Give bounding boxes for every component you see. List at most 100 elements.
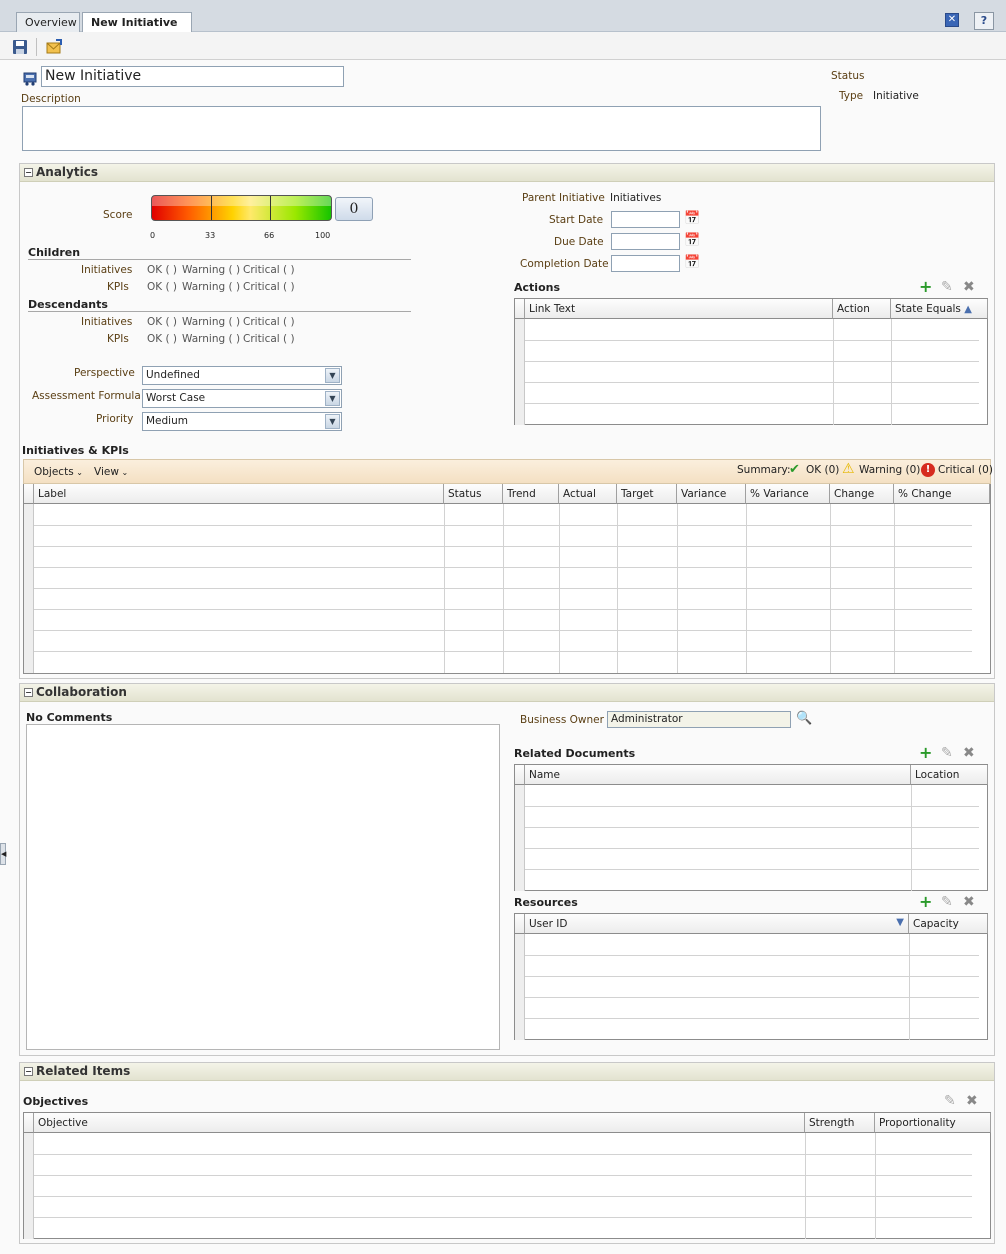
column-header-status[interactable]: Status: [444, 484, 503, 504]
objectives-title: Objectives: [23, 1095, 89, 1108]
edit-icon[interactable]: ✎: [944, 1093, 956, 1109]
row-selector-header: [24, 484, 34, 504]
analytics-header[interactable]: − Analytics: [20, 164, 994, 182]
column-header-percent-change[interactable]: % Change: [894, 484, 990, 504]
children-title: Children: [28, 246, 81, 259]
column-header-state-equals[interactable]: State Equals ▲: [891, 299, 988, 319]
add-icon[interactable]: +: [919, 894, 932, 910]
table-row: [525, 361, 979, 362]
resources-table: User ID ▼ Capacity: [514, 913, 988, 1040]
kpis-title: Initiatives & KPIs: [22, 444, 129, 457]
related-items-header[interactable]: − Related Items: [20, 1063, 994, 1081]
edit-icon[interactable]: ✎: [941, 745, 953, 761]
toolbar-divider: [36, 38, 37, 56]
priority-value: Medium: [146, 415, 188, 427]
calendar-icon[interactable]: 📅: [684, 211, 701, 228]
due-date-label: Due Date: [554, 236, 604, 248]
completion-date-label: Completion Date: [520, 258, 609, 270]
assessment-formula-select[interactable]: Worst Case ▼: [142, 389, 342, 408]
gauge-tick-label: 100: [315, 231, 331, 240]
start-date-input[interactable]: [611, 211, 680, 228]
calendar-icon[interactable]: 📅: [684, 255, 701, 272]
chevron-down-icon[interactable]: ▼: [325, 368, 340, 383]
column-header-capacity[interactable]: Capacity: [909, 914, 988, 934]
gauge-gloss: [152, 196, 331, 206]
column-header-name[interactable]: Name: [525, 765, 911, 785]
descendants-kpis-critical: Critical ( ): [243, 333, 295, 345]
column-header-location[interactable]: Location: [911, 765, 988, 785]
completion-date-input[interactable]: [611, 255, 680, 272]
column-divider: [617, 504, 618, 673]
view-menu-label: View: [94, 466, 119, 478]
score-label: Score: [103, 209, 133, 221]
ok-check-icon: ✔: [789, 462, 800, 477]
gauge-tick-66: [270, 196, 271, 220]
chevron-down-icon[interactable]: ▼: [325, 414, 340, 429]
related-documents-table: Name Location: [514, 764, 988, 891]
tab-overview[interactable]: Overview: [16, 12, 80, 32]
chevron-down-icon[interactable]: ▼: [325, 391, 340, 406]
table-row: [525, 403, 979, 404]
row-selector: [515, 319, 525, 425]
add-icon[interactable]: +: [919, 745, 932, 761]
column-header-objective[interactable]: Objective: [34, 1113, 805, 1133]
perspective-select[interactable]: Undefined ▼: [142, 366, 342, 385]
summary-label: Summary:: [737, 464, 791, 476]
splitter-handle[interactable]: ◀: [0, 843, 6, 865]
delete-icon[interactable]: ✖: [963, 279, 975, 295]
delete-icon[interactable]: ✖: [963, 745, 975, 761]
column-header-strength[interactable]: Strength: [805, 1113, 875, 1133]
edit-icon[interactable]: ✎: [941, 279, 953, 295]
collaboration-header[interactable]: − Collaboration: [20, 684, 994, 702]
save-icon[interactable]: [12, 39, 28, 55]
objectives-table: Objective Strength Proportionality: [23, 1112, 991, 1239]
tab-new-initiative[interactable]: New Initiative: [82, 12, 192, 32]
close-tab-icon[interactable]: ✕: [945, 13, 959, 27]
send-email-icon[interactable]: [46, 39, 62, 55]
column-header-proportionality[interactable]: Proportionality: [875, 1113, 991, 1133]
collapse-icon[interactable]: −: [24, 168, 33, 177]
priority-select[interactable]: Medium ▼: [142, 412, 342, 431]
objects-menu[interactable]: Objects ⌄: [34, 466, 83, 478]
search-icon[interactable]: 🔍: [796, 711, 813, 728]
delete-icon[interactable]: ✖: [966, 1093, 978, 1109]
column-header-user-id[interactable]: User ID ▼: [525, 914, 909, 934]
sort-ascending-icon[interactable]: ▲: [964, 304, 972, 315]
column-header-variance[interactable]: Variance: [677, 484, 746, 504]
column-header-trend[interactable]: Trend: [503, 484, 559, 504]
descendants-kpis-warning: Warning ( ): [182, 333, 241, 345]
column-header-change[interactable]: Change: [830, 484, 894, 504]
parent-initiative-value: Initiatives: [610, 192, 662, 204]
description-field[interactable]: [22, 106, 821, 151]
delete-icon[interactable]: ✖: [963, 894, 975, 910]
calendar-icon[interactable]: 📅: [684, 233, 701, 250]
priority-label: Priority: [96, 413, 134, 425]
column-header-percent-variance[interactable]: % Variance: [746, 484, 830, 504]
column-header-link-text[interactable]: Link Text: [525, 299, 833, 319]
initiative-name-input[interactable]: New Initiative: [41, 66, 344, 87]
column-header-label[interactable]: Label: [34, 484, 444, 504]
view-menu[interactable]: View ⌄: [94, 466, 128, 478]
table-row: [525, 1018, 979, 1019]
no-comments-label: No Comments: [26, 711, 113, 724]
help-icon[interactable]: ?: [974, 12, 994, 30]
edit-icon[interactable]: ✎: [941, 894, 953, 910]
collapse-icon[interactable]: −: [24, 1067, 33, 1076]
column-divider: [559, 504, 560, 673]
toolbar: [0, 32, 1006, 60]
add-icon[interactable]: +: [919, 279, 932, 295]
column-header-target[interactable]: Target: [617, 484, 677, 504]
description-label: Description: [21, 93, 81, 105]
table-row: [34, 1175, 972, 1176]
due-date-input[interactable]: [611, 233, 680, 250]
column-header-action[interactable]: Action: [833, 299, 891, 319]
table-row: [525, 382, 979, 383]
row-selector: [515, 934, 525, 1040]
collapse-icon[interactable]: −: [24, 688, 33, 697]
row-selector: [24, 1133, 34, 1239]
business-owner-input[interactable]: Administrator: [607, 711, 791, 728]
start-date-label: Start Date: [549, 214, 604, 226]
sort-descending-icon[interactable]: ▼: [896, 917, 904, 928]
score-value: 0: [335, 197, 373, 221]
column-header-actual[interactable]: Actual: [559, 484, 617, 504]
